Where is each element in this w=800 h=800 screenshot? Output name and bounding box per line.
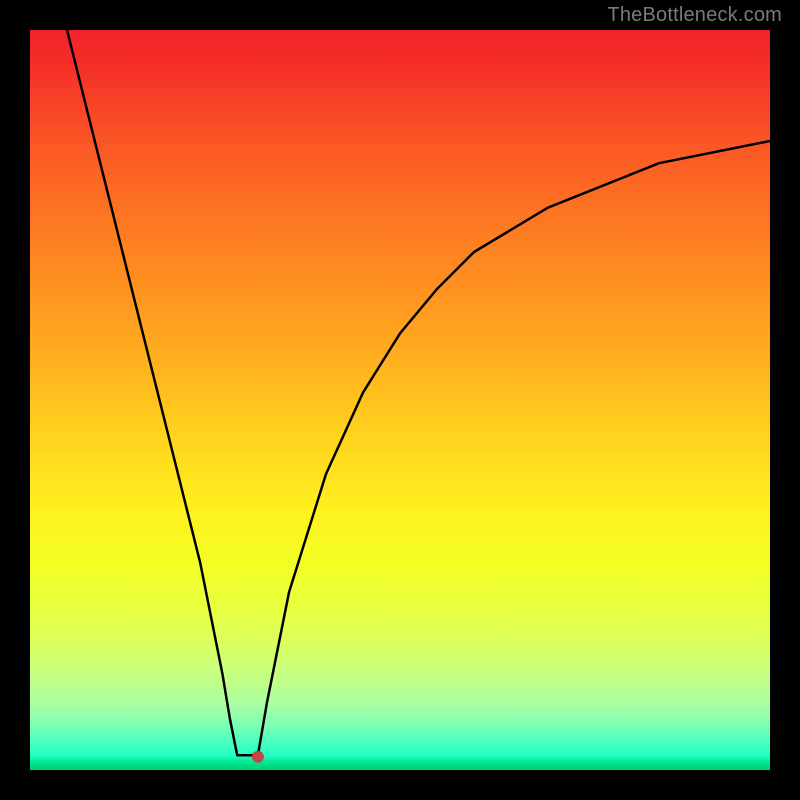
minimum-marker: [252, 751, 264, 763]
bottleneck-curve: [67, 30, 770, 755]
watermark-text: TheBottleneck.com: [607, 4, 782, 27]
chart-frame: TheBottleneck.com: [0, 0, 800, 800]
plot-area: [30, 30, 770, 770]
chart-svg: [30, 30, 770, 770]
